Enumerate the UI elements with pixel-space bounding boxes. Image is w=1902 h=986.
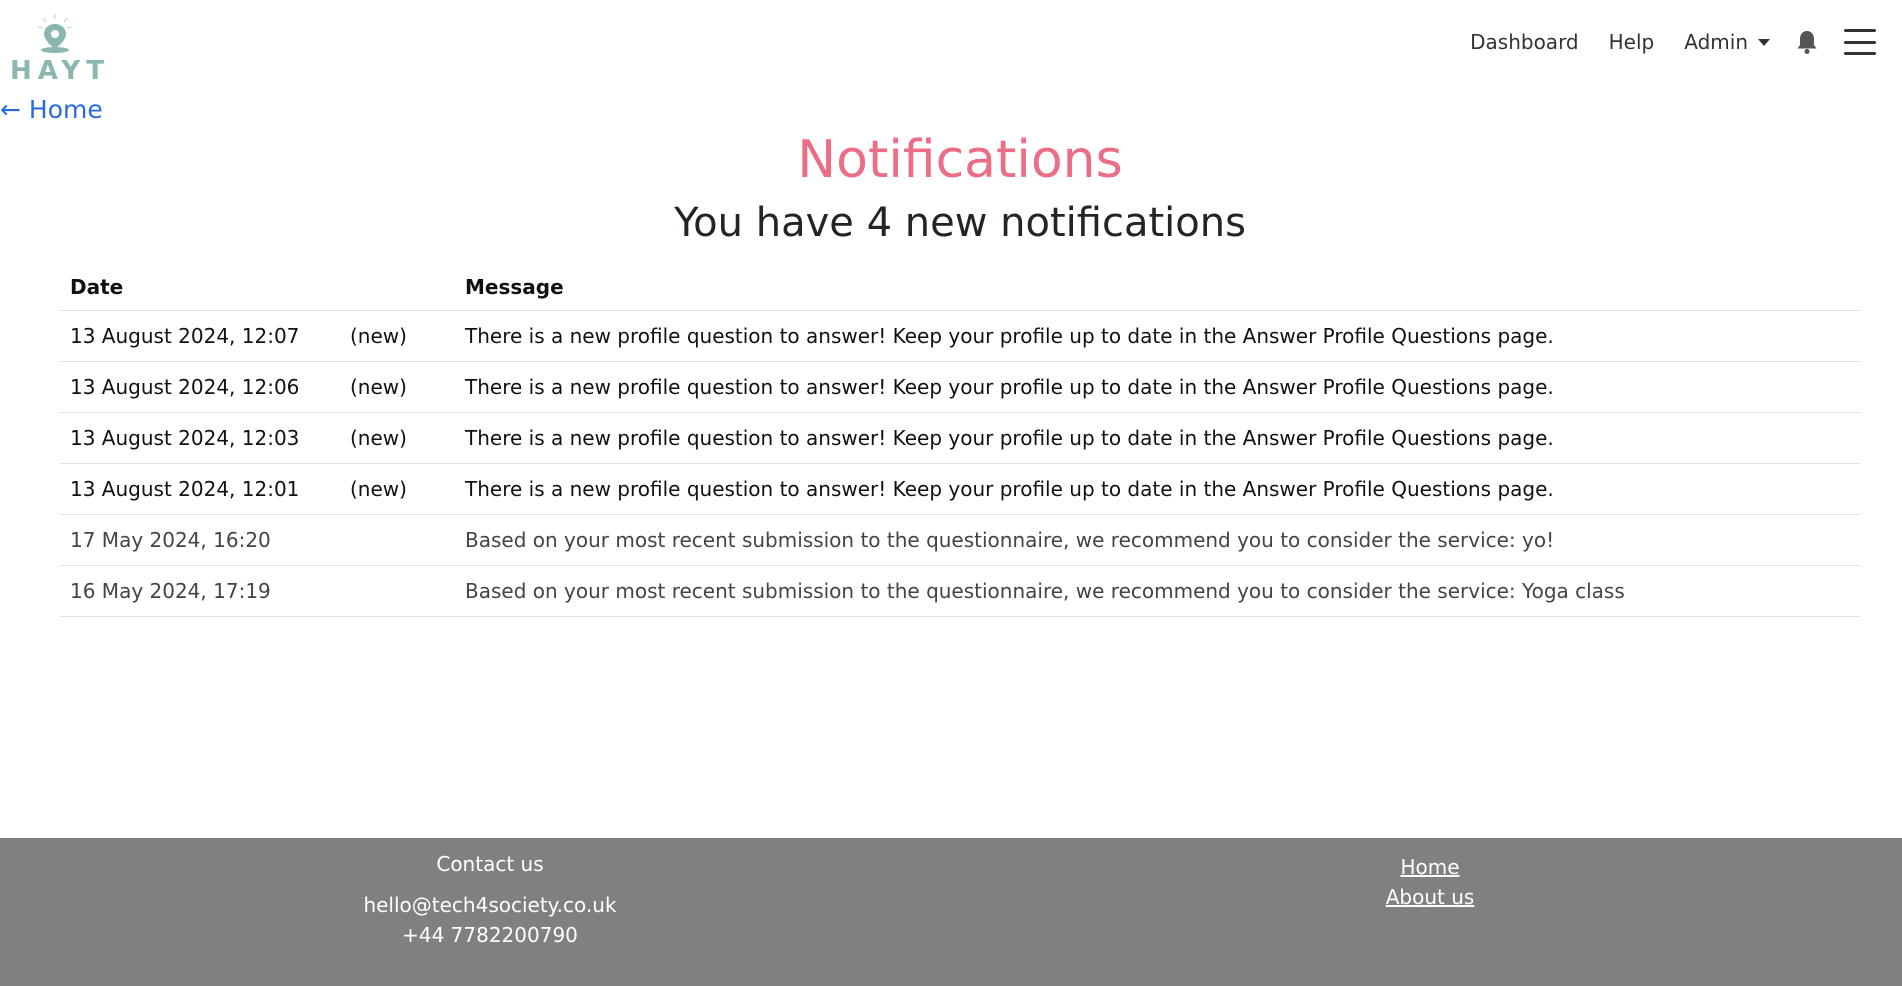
back-home-link[interactable]: ← Home bbox=[0, 95, 103, 124]
table-row: 16 May 2024, 17:19 Based on your most re… bbox=[60, 565, 1860, 617]
logo[interactable]: HAYT bbox=[10, 12, 104, 86]
notification-status: (new) bbox=[340, 463, 455, 515]
caret-down-icon bbox=[1758, 39, 1770, 46]
table-header-row: Date Message bbox=[60, 264, 1860, 311]
contact-heading: Contact us bbox=[436, 852, 544, 876]
nav-admin-dropdown[interactable]: Admin bbox=[1684, 30, 1770, 54]
notification-message: Based on your most recent submission to … bbox=[455, 565, 1860, 617]
footer-contact: Contact us hello@tech4society.co.uk +44 … bbox=[360, 852, 620, 950]
notification-status bbox=[340, 565, 455, 617]
footer-link-about-us[interactable]: About us bbox=[1330, 882, 1530, 912]
table-row: 13 August 2024, 12:03 (new) There is a n… bbox=[60, 412, 1860, 464]
page-subtitle: You have 4 new notifications bbox=[674, 200, 1246, 246]
column-header-message: Message bbox=[455, 264, 1860, 311]
bell-icon[interactable] bbox=[1796, 28, 1818, 56]
notification-status: (new) bbox=[340, 361, 455, 413]
contact-email: hello@tech4society.co.uk bbox=[363, 893, 617, 917]
notification-date: 17 May 2024, 16:20 bbox=[60, 514, 340, 566]
notification-message: There is a new profile question to answe… bbox=[455, 463, 1860, 515]
footer-links: Home About us bbox=[1330, 852, 1530, 912]
notification-message: There is a new profile question to answe… bbox=[455, 361, 1860, 413]
location-pin-icon bbox=[37, 14, 73, 53]
table-row: 13 August 2024, 12:01 (new) There is a n… bbox=[60, 463, 1860, 515]
notification-status bbox=[340, 514, 455, 566]
column-header-date: Date bbox=[60, 264, 340, 311]
nav-help[interactable]: Help bbox=[1609, 30, 1655, 54]
notification-date: 13 August 2024, 12:01 bbox=[60, 463, 340, 515]
brand-name: HAYT bbox=[10, 56, 110, 86]
notification-date: 13 August 2024, 12:07 bbox=[60, 310, 340, 362]
footer: Contact us hello@tech4society.co.uk +44 … bbox=[0, 838, 1902, 986]
table-row: 13 August 2024, 12:06 (new) There is a n… bbox=[60, 361, 1860, 413]
notifications-table: Date Message 13 August 2024, 12:07 (new)… bbox=[60, 264, 1860, 617]
table-row: 13 August 2024, 12:07 (new) There is a n… bbox=[60, 310, 1860, 362]
footer-link-home[interactable]: Home bbox=[1330, 852, 1530, 882]
notification-date: 13 August 2024, 12:06 bbox=[60, 361, 340, 413]
notification-message: There is a new profile question to answe… bbox=[455, 310, 1860, 362]
notification-message: Based on your most recent submission to … bbox=[455, 514, 1860, 566]
nav-dashboard[interactable]: Dashboard bbox=[1470, 30, 1579, 54]
page-title: Notifications bbox=[797, 130, 1123, 190]
notification-status: (new) bbox=[340, 412, 455, 464]
notification-status: (new) bbox=[340, 310, 455, 362]
table-row: 17 May 2024, 16:20 Based on your most re… bbox=[60, 514, 1860, 566]
notification-date: 16 May 2024, 17:19 bbox=[60, 565, 340, 617]
nav-admin-label: Admin bbox=[1684, 30, 1748, 54]
top-nav: Dashboard Help Admin bbox=[1440, 28, 1876, 56]
column-header-status bbox=[340, 264, 455, 311]
contact-phone: +44 7782200790 bbox=[402, 923, 578, 947]
notification-message: There is a new profile question to answe… bbox=[455, 412, 1860, 464]
hamburger-menu-icon[interactable] bbox=[1844, 29, 1876, 55]
notification-date: 13 August 2024, 12:03 bbox=[60, 412, 340, 464]
